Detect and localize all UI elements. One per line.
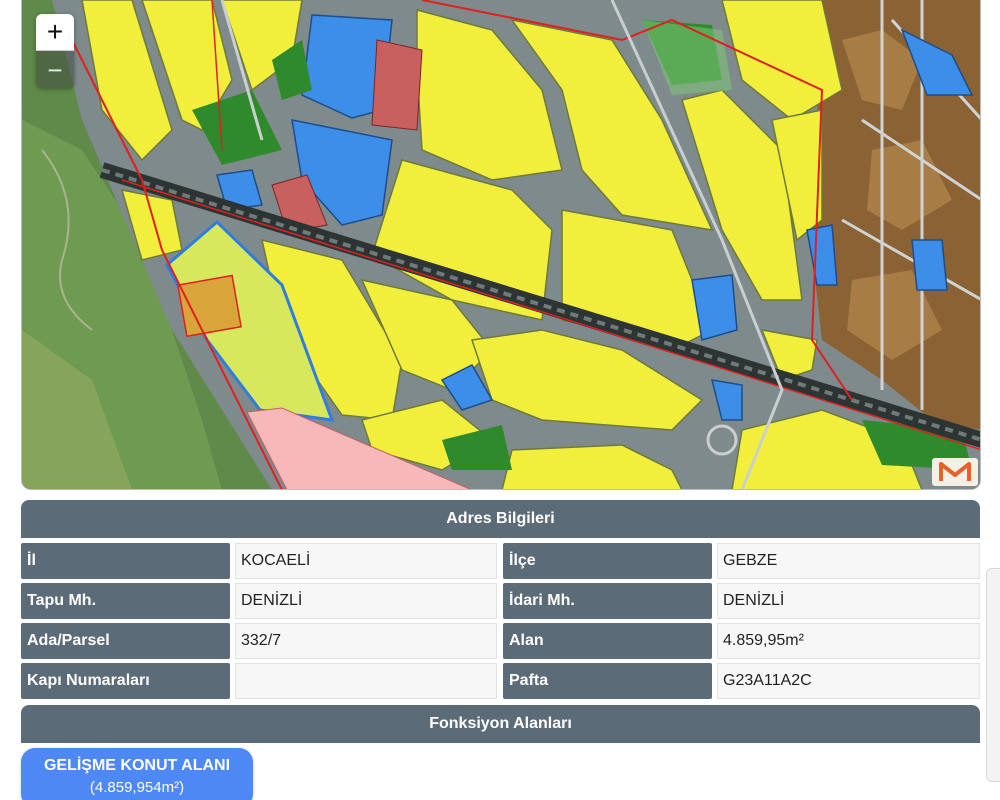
label-il: İl xyxy=(21,543,230,579)
zoning-map[interactable] xyxy=(21,0,981,490)
zoom-in-button[interactable]: + xyxy=(36,14,74,51)
m-brand-logo-icon xyxy=(932,458,978,486)
function-area-name: GELİŞME KONUT ALANI xyxy=(43,757,231,774)
zoom-control: + − xyxy=(36,14,74,88)
label-alan: Alan xyxy=(503,623,712,659)
function-areas-header: Fonksiyon Alanları xyxy=(21,705,980,743)
value-pafta: G23A11A2C xyxy=(717,663,980,699)
zoom-out-button[interactable]: − xyxy=(36,51,74,88)
function-area-chip[interactable]: GELİŞME KONUT ALANI (4.859,954m²) xyxy=(21,748,253,800)
value-ada-parsel: 332/7 xyxy=(235,623,497,659)
value-alan: 4.859,95m² xyxy=(717,623,980,659)
selected-parcel-332-7[interactable] xyxy=(177,274,242,338)
address-info-header: Adres Bilgileri xyxy=(21,500,980,538)
value-kapi-numaralari xyxy=(235,663,497,699)
side-panel-handle[interactable] xyxy=(986,568,1000,782)
label-kapi-numaralari: Kapı Numaraları xyxy=(21,663,230,699)
function-area-size: (4.859,954m²) xyxy=(89,779,185,796)
label-idari-mh: İdari Mh. xyxy=(503,583,712,619)
label-pafta: Pafta xyxy=(503,663,712,699)
value-idari-mh: DENİZLİ xyxy=(717,583,980,619)
label-ilce: İlçe xyxy=(503,543,712,579)
value-ilce: GEBZE xyxy=(717,543,980,579)
value-tapu-mh: DENİZLİ xyxy=(235,583,497,619)
value-il: KOCAELİ xyxy=(235,543,497,579)
label-ada-parsel: Ada/Parsel xyxy=(21,623,230,659)
zoning-map-canvas[interactable] xyxy=(22,0,981,490)
label-tapu-mh: Tapu Mh. xyxy=(21,583,230,619)
